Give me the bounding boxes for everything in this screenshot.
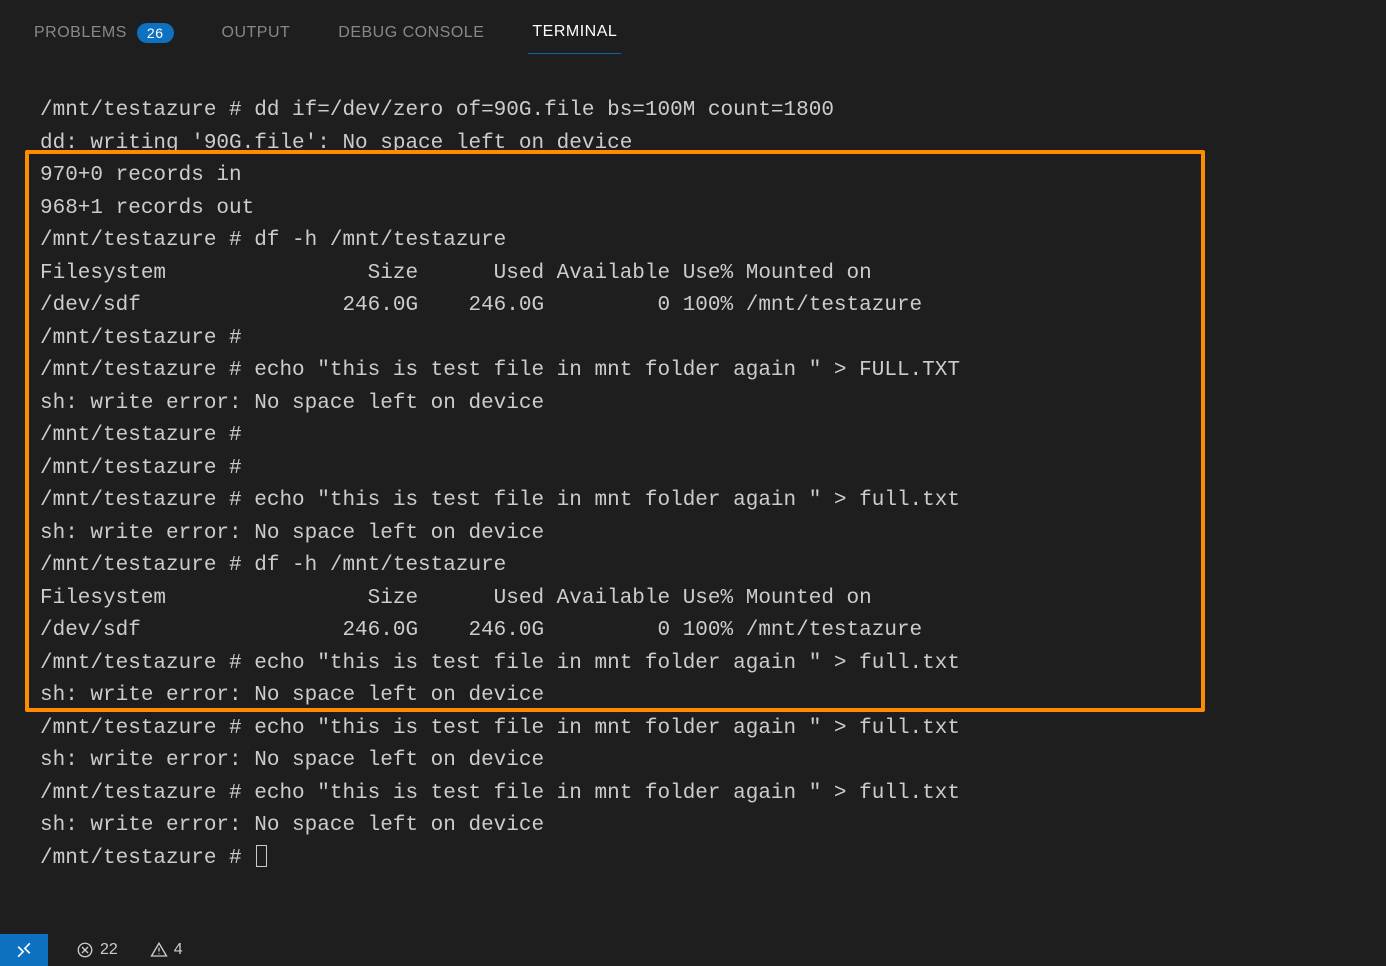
tab-output[interactable]: OUTPUT bbox=[218, 12, 295, 54]
terminal-line: /mnt/testazure # echo "this is test file… bbox=[40, 485, 1356, 518]
tab-debug-console[interactable]: DEBUG CONSOLE bbox=[334, 12, 488, 54]
terminal-line: sh: write error: No space left on device bbox=[40, 810, 1356, 843]
error-icon bbox=[76, 941, 94, 959]
terminal-line: /mnt/testazure # bbox=[40, 323, 1356, 356]
terminal-panel: /mnt/testazure # dd if=/dev/zero of=90G.… bbox=[0, 55, 1386, 934]
terminal-line: /mnt/testazure # echo "this is test file… bbox=[40, 778, 1356, 811]
remote-icon bbox=[14, 940, 34, 960]
terminal-cursor bbox=[256, 845, 267, 867]
terminal-line: /dev/sdf 246.0G 246.0G 0 100% /mnt/testa… bbox=[40, 290, 1356, 323]
status-bar: 22 4 bbox=[0, 934, 1386, 966]
terminal-line: sh: write error: No space left on device bbox=[40, 745, 1356, 778]
tab-problems-label: PROBLEMS bbox=[34, 24, 127, 42]
terminal-line: 970+0 records in bbox=[40, 160, 1356, 193]
terminal-line: dd: writing '90G.file': No space left on… bbox=[40, 128, 1356, 161]
terminal-line: /mnt/testazure # df -h /mnt/testazure bbox=[40, 225, 1356, 258]
terminal-line: /mnt/testazure # bbox=[40, 420, 1356, 453]
tab-debug-console-label: DEBUG CONSOLE bbox=[338, 24, 484, 42]
terminal-line: /mnt/testazure # echo "this is test file… bbox=[40, 355, 1356, 388]
remote-host-button[interactable] bbox=[0, 934, 48, 966]
terminal-output[interactable]: /mnt/testazure # dd if=/dev/zero of=90G.… bbox=[30, 95, 1356, 875]
problems-count-badge: 26 bbox=[137, 23, 174, 43]
warning-icon bbox=[150, 941, 168, 959]
tab-terminal-label: TERMINAL bbox=[532, 23, 617, 41]
terminal-line: /mnt/testazure # dd if=/dev/zero of=90G.… bbox=[40, 95, 1356, 128]
tab-problems[interactable]: PROBLEMS 26 bbox=[30, 11, 178, 55]
panel-tabs: PROBLEMS 26 OUTPUT DEBUG CONSOLE TERMINA… bbox=[0, 0, 1386, 55]
tab-terminal[interactable]: TERMINAL bbox=[528, 11, 621, 54]
errors-status[interactable]: 22 bbox=[66, 941, 128, 959]
terminal-line: /mnt/testazure # echo "this is test file… bbox=[40, 648, 1356, 681]
terminal-line: sh: write error: No space left on device bbox=[40, 518, 1356, 551]
terminal-line: Filesystem Size Used Available Use% Moun… bbox=[40, 583, 1356, 616]
terminal-line: /mnt/testazure # df -h /mnt/testazure bbox=[40, 550, 1356, 583]
error-count: 22 bbox=[100, 941, 118, 959]
warnings-status[interactable]: 4 bbox=[140, 941, 193, 959]
diagnostics-group[interactable]: 22 4 bbox=[48, 941, 193, 959]
terminal-line: /mnt/testazure # bbox=[40, 453, 1356, 486]
tab-output-label: OUTPUT bbox=[222, 24, 291, 42]
terminal-line: /mnt/testazure # echo "this is test file… bbox=[40, 713, 1356, 746]
terminal-line: 968+1 records out bbox=[40, 193, 1356, 226]
terminal-line: Filesystem Size Used Available Use% Moun… bbox=[40, 258, 1356, 291]
terminal-line: /dev/sdf 246.0G 246.0G 0 100% /mnt/testa… bbox=[40, 615, 1356, 648]
terminal-prompt-line: /mnt/testazure # bbox=[40, 843, 1356, 876]
terminal-line: sh: write error: No space left on device bbox=[40, 388, 1356, 421]
warning-count: 4 bbox=[174, 941, 183, 959]
terminal-line: sh: write error: No space left on device bbox=[40, 680, 1356, 713]
